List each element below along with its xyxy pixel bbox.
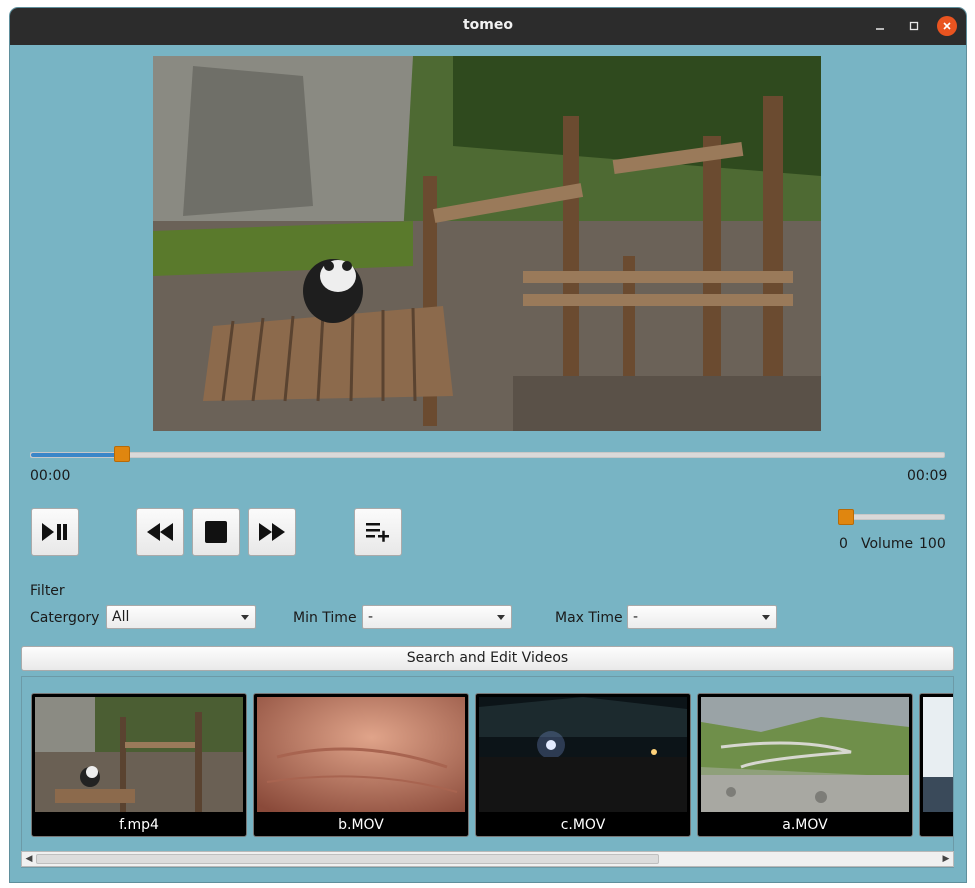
- maximize-icon: [909, 21, 919, 31]
- search-and-edit-button[interactable]: Search and Edit Videos: [21, 646, 954, 671]
- video-thumbnail[interactable]: b.MOV: [253, 693, 469, 837]
- volume-label: Volume: [861, 536, 914, 552]
- chevron-down-icon: [241, 615, 249, 620]
- min-time-select-value: -: [368, 609, 374, 625]
- category-select-value: All: [112, 609, 130, 625]
- video-thumbnail[interactable]: a.MOV: [697, 693, 913, 837]
- volume-max-label: 100: [919, 536, 946, 552]
- app-window: tomeo 00:00 00:09 0 Volume 100 Filter Ca…: [10, 8, 966, 882]
- minimize-icon: [876, 28, 884, 30]
- volume-slider[interactable]: [840, 514, 945, 520]
- maximize-button[interactable]: [904, 16, 924, 36]
- scroll-left-icon[interactable]: ◀: [23, 853, 35, 865]
- video-frame-image: [153, 56, 821, 431]
- timeline-progress: [31, 453, 123, 457]
- thumbnail-image: [923, 697, 953, 812]
- thumbnail-image: [479, 697, 687, 812]
- close-icon: [943, 22, 951, 30]
- title-bar: tomeo: [10, 8, 966, 45]
- fast-forward-button[interactable]: [248, 508, 296, 556]
- chevron-down-icon: [762, 615, 770, 620]
- minimize-button[interactable]: [870, 16, 890, 36]
- chevron-down-icon: [497, 615, 505, 620]
- thumbnail-title: a.MOV: [782, 817, 828, 833]
- play-pause-icon: [42, 523, 67, 541]
- thumbnail-title: f.mp4: [119, 817, 159, 833]
- window-title: tomeo: [462, 17, 513, 33]
- thumbnail-image: [701, 697, 909, 812]
- video-thumbnail-strip: f.mp4 b.MOV c.MOV a.MOV: [21, 676, 954, 868]
- rewind-icon: [147, 523, 173, 541]
- current-time: 00:00: [30, 468, 71, 484]
- playlist-add-icon: [366, 523, 389, 542]
- max-time-label: Max Time: [555, 610, 623, 626]
- video-thumbnail[interactable]: [919, 693, 953, 837]
- add-to-playlist-button[interactable]: [354, 508, 402, 556]
- min-time-select[interactable]: -: [362, 605, 512, 629]
- category-select[interactable]: All: [106, 605, 256, 629]
- video-display[interactable]: [153, 56, 821, 431]
- thumbnail-title: c.MOV: [560, 817, 606, 833]
- fast-forward-icon: [259, 523, 285, 541]
- timeline-slider[interactable]: [30, 452, 945, 458]
- thumbnail-image: [257, 697, 465, 812]
- video-thumbnail[interactable]: c.MOV: [475, 693, 691, 837]
- volume-handle[interactable]: [838, 509, 855, 525]
- min-time-label: Min Time: [293, 610, 357, 626]
- volume-min-label: 0: [839, 536, 848, 552]
- scroll-right-icon[interactable]: ▶: [940, 853, 952, 865]
- rewind-button[interactable]: [136, 508, 184, 556]
- stop-button[interactable]: [192, 508, 240, 556]
- horizontal-scrollbar[interactable]: ◀ ▶: [21, 851, 954, 867]
- max-time-select-value: -: [633, 609, 639, 625]
- total-time: 00:09: [907, 468, 948, 484]
- thumbnail-image: [35, 697, 243, 812]
- category-label: Catergory: [30, 610, 100, 626]
- play-pause-button[interactable]: [31, 508, 79, 556]
- scrollbar-thumb[interactable]: [36, 854, 659, 864]
- thumbnail-title: b.MOV: [338, 817, 384, 833]
- timeline-handle[interactable]: [114, 446, 131, 462]
- max-time-select[interactable]: -: [627, 605, 777, 629]
- filter-heading: Filter: [30, 583, 65, 599]
- stop-icon: [205, 521, 227, 543]
- video-thumbnail[interactable]: f.mp4: [31, 693, 247, 837]
- close-button[interactable]: [937, 16, 957, 36]
